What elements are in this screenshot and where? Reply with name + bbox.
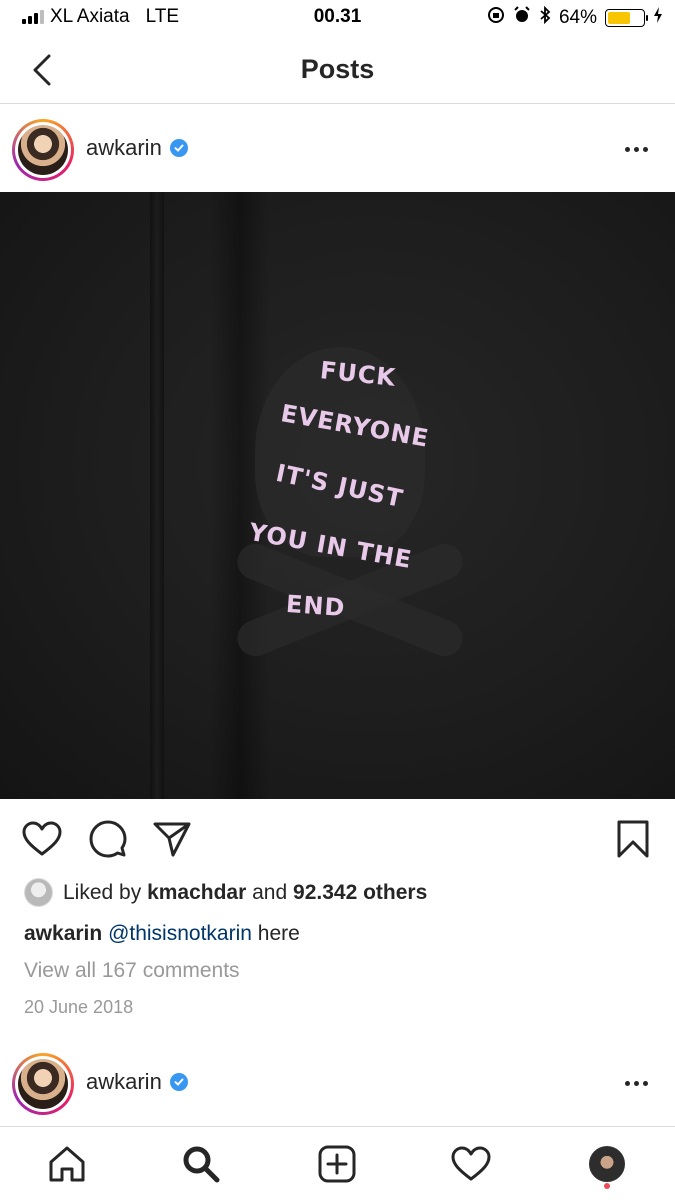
- liked-by-user[interactable]: kmachdar: [147, 881, 246, 904]
- post-actions: [0, 805, 675, 871]
- verified-badge-icon: [169, 1073, 188, 1091]
- next-post-header: awkarin: [0, 1039, 675, 1127]
- tab-home[interactable]: [42, 1139, 92, 1189]
- avatar[interactable]: [12, 1053, 74, 1115]
- status-bar: XL Axiata LTE 00.31 64%: [0, 0, 675, 36]
- likes-others[interactable]: 92.342 others: [293, 881, 427, 904]
- post-caption: awkarin @thisisnotkarin here: [24, 922, 300, 946]
- battery-fill: [608, 12, 630, 24]
- likes-summary[interactable]: Liked by kmachdar and 92.342 others: [24, 878, 427, 907]
- caption-mention[interactable]: @thisisnotkarin: [108, 922, 252, 945]
- tab-profile[interactable]: [582, 1139, 632, 1189]
- battery-icon: [605, 9, 648, 27]
- notification-dot: [604, 1183, 610, 1189]
- battery-percent: 64%: [558, 7, 597, 28]
- home-icon: [49, 1146, 85, 1182]
- post-header: awkarin: [0, 105, 675, 193]
- verified-badge-icon: [169, 139, 188, 157]
- bottom-tab-bar: [0, 1126, 675, 1200]
- status-right: 64%: [487, 5, 663, 30]
- profile-avatar[interactable]: [589, 1146, 625, 1182]
- bluetooth-icon: [539, 5, 551, 30]
- view-all-comments-link[interactable]: View all 167 comments: [24, 959, 240, 983]
- like-button[interactable]: [20, 817, 64, 861]
- share-button[interactable]: [150, 817, 194, 861]
- comment-icon: [89, 820, 127, 858]
- heart-icon: [22, 821, 62, 856]
- caption-text: here: [257, 922, 300, 945]
- nav-header: Posts: [0, 36, 675, 104]
- tab-new-post[interactable]: [312, 1139, 362, 1189]
- more-horizontal-icon: [624, 146, 630, 152]
- tab-activity[interactable]: [446, 1139, 496, 1189]
- send-icon: [153, 822, 191, 857]
- save-button[interactable]: [611, 817, 655, 861]
- avatar[interactable]: [12, 119, 74, 181]
- liker-avatar[interactable]: [24, 878, 53, 907]
- more-horizontal-icon: [624, 1080, 630, 1086]
- post-username[interactable]: awkarin: [86, 135, 188, 161]
- bookmark-icon: [617, 820, 649, 858]
- orientation-lock-icon: [487, 6, 505, 30]
- new-post-icon: [318, 1145, 356, 1183]
- username-text[interactable]: awkarin: [86, 1069, 162, 1095]
- activity-heart-icon: [451, 1146, 491, 1181]
- search-icon: [183, 1146, 220, 1183]
- alarm-icon: [513, 6, 531, 30]
- image-text-line: END: [285, 589, 347, 623]
- more-options-button[interactable]: [619, 137, 653, 161]
- charging-icon: [653, 6, 663, 30]
- post-username[interactable]: awkarin: [86, 1069, 188, 1095]
- username-text[interactable]: awkarin: [86, 135, 162, 161]
- likes-prefix: Liked by: [63, 880, 142, 904]
- likes-connector: and: [252, 880, 288, 904]
- comment-button[interactable]: [86, 817, 130, 861]
- post-image[interactable]: FUCK EVERYONE IT'S JUST YOU IN THE END: [0, 192, 675, 799]
- post-date: 20 June 2018: [24, 997, 134, 1017]
- page-title: Posts: [300, 54, 375, 84]
- tab-search[interactable]: [176, 1139, 226, 1189]
- more-options-button[interactable]: [619, 1071, 653, 1095]
- caption-username[interactable]: awkarin: [24, 922, 102, 945]
